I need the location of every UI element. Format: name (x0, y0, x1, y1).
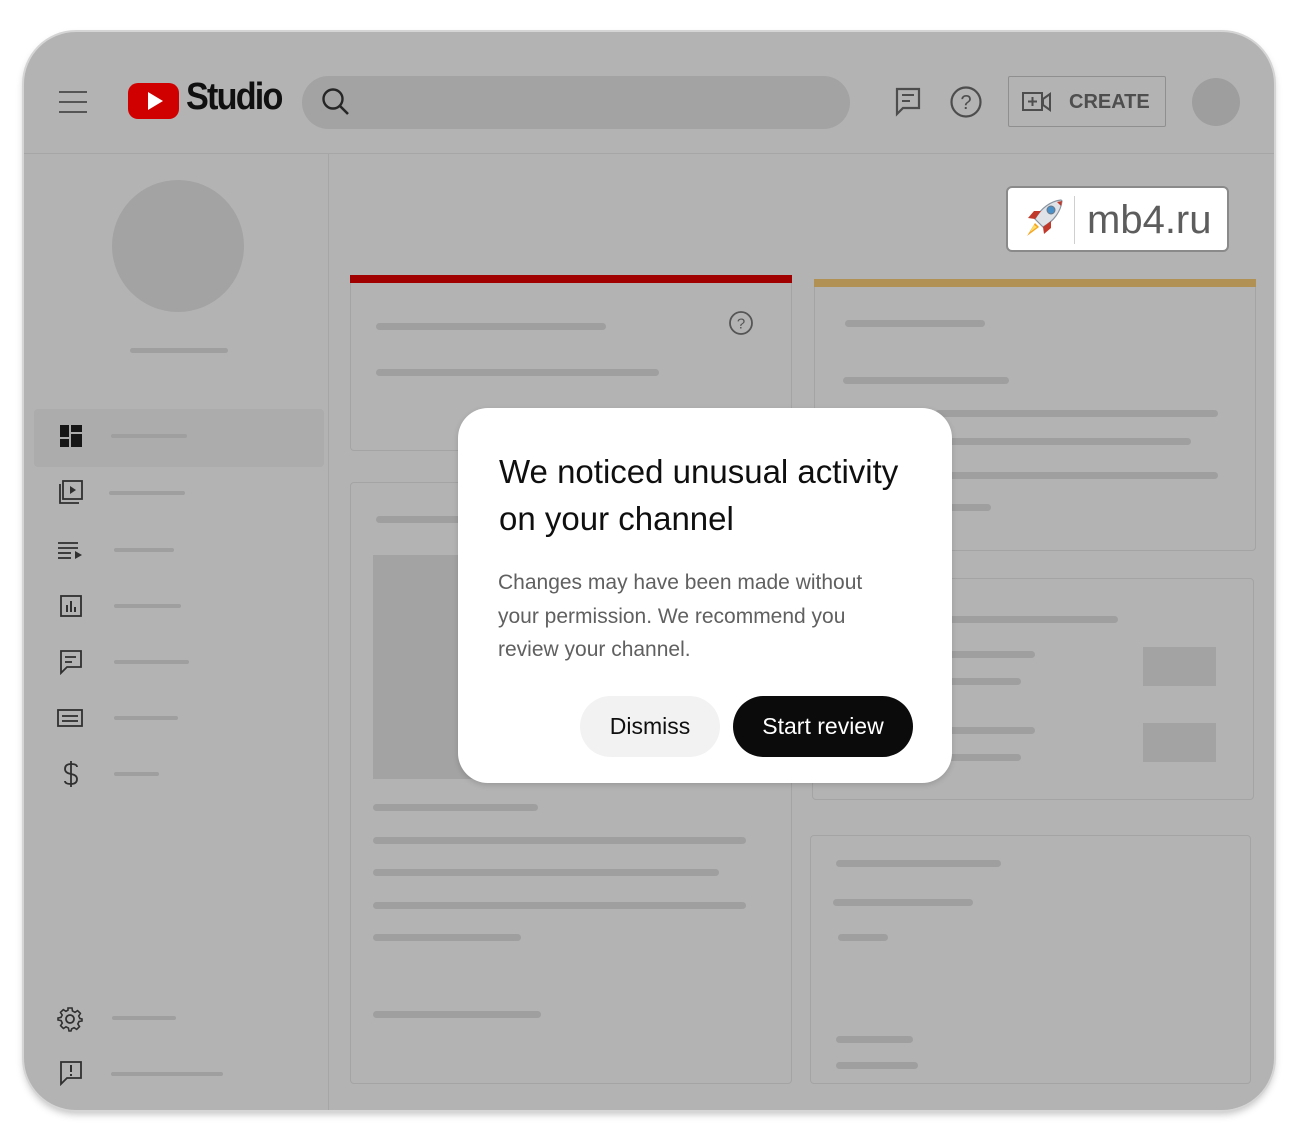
search-icon (320, 86, 352, 118)
dialog-body: Changes may have been made without your … (498, 571, 863, 661)
sidebar-label-placeholder (114, 604, 181, 608)
dashboard-card-bottom-right (810, 835, 1251, 1084)
youtube-play-icon (128, 83, 179, 119)
placeholder-line (935, 438, 1191, 445)
sidebar-label-placeholder (114, 716, 178, 720)
placeholder-line (373, 837, 746, 844)
placeholder-line (935, 472, 1218, 479)
subtitles-icon (56, 705, 84, 731)
gear-icon (56, 1005, 84, 1033)
message-lines-icon[interactable] (890, 84, 926, 120)
start-review-button[interactable]: Start review (733, 696, 913, 757)
placeholder-line (373, 902, 746, 909)
question-circle-icon[interactable]: ? (727, 309, 755, 337)
svg-text:?: ? (960, 92, 971, 114)
sidebar-item-analytics[interactable] (34, 579, 324, 635)
placeholder-line (836, 860, 1001, 867)
dialog-title: We noticed unusual activity on your chan… (499, 453, 899, 537)
sidebar-label-placeholder (114, 772, 159, 776)
top-bar: Studio ? CREATE (24, 32, 1274, 154)
placeholder-line (933, 616, 1118, 623)
watermark-divider (1074, 196, 1075, 244)
sidebar-item-content[interactable] (34, 467, 324, 523)
placeholder-line (833, 899, 973, 906)
sidebar-item-subtitles[interactable] (34, 691, 324, 747)
sidebar-label-placeholder (112, 1016, 176, 1020)
search-bar[interactable] (302, 76, 850, 129)
card-accent-bar (814, 279, 1256, 287)
placeholder-line (376, 369, 659, 376)
svg-text:?: ? (737, 316, 745, 333)
studio-logo[interactable]: Studio (128, 76, 283, 124)
placeholder-line (373, 934, 521, 941)
placeholder-line (935, 410, 1218, 417)
thumbnail-placeholder (1143, 647, 1216, 686)
sidebar-item-comments[interactable] (34, 635, 324, 691)
card-accent-bar (350, 275, 792, 283)
sidebar-label-placeholder (114, 548, 174, 552)
placeholder-line (838, 934, 888, 941)
create-button[interactable]: CREATE (1008, 76, 1166, 127)
send-feedback-icon (58, 1059, 84, 1087)
placeholder-line (845, 320, 985, 327)
logo-text: Studio (186, 76, 283, 118)
dismiss-button[interactable]: Dismiss (580, 696, 720, 757)
sidebar-label-placeholder (111, 1072, 223, 1076)
watermark-badge: mb4.ru (1006, 186, 1229, 252)
thumbnail-placeholder (1143, 723, 1216, 762)
placeholder-line (373, 804, 538, 811)
video-plus-icon (1022, 89, 1052, 115)
analytics-icon (58, 593, 84, 619)
sidebar-item-settings[interactable] (34, 991, 324, 1047)
channel-name-placeholder (130, 348, 228, 353)
placeholder-line (376, 323, 606, 330)
sidebar-label-placeholder (114, 660, 189, 664)
create-label: CREATE (1069, 91, 1150, 113)
rocket-icon (1016, 194, 1068, 246)
placeholder-line (373, 1011, 541, 1018)
hamburger-menu-icon[interactable] (58, 86, 90, 118)
watermark-text: mb4.ru (1087, 198, 1212, 242)
sidebar-item-feedback[interactable] (34, 1047, 324, 1103)
sidebar-item-dashboard[interactable] (34, 409, 324, 467)
sidebar-label-placeholder (111, 434, 187, 438)
comments-icon (58, 649, 84, 675)
playlists-icon (58, 537, 84, 563)
placeholder-line (836, 1036, 913, 1043)
channel-avatar (112, 180, 244, 312)
earn-icon (58, 759, 84, 789)
question-circle-icon[interactable]: ? (948, 84, 984, 120)
sidebar (24, 153, 329, 1110)
placeholder-line (843, 377, 1009, 384)
sidebar-item-playlists[interactable] (34, 523, 324, 579)
avatar[interactable] (1192, 78, 1240, 126)
placeholder-line (836, 1062, 918, 1069)
placeholder-line (373, 869, 719, 876)
dashboard-icon (58, 423, 84, 449)
sidebar-label-placeholder (109, 491, 185, 495)
sidebar-item-earn[interactable] (34, 747, 324, 803)
content-icon (58, 479, 84, 505)
unusual-activity-dialog: We noticed unusual activity on your chan… (458, 408, 952, 783)
